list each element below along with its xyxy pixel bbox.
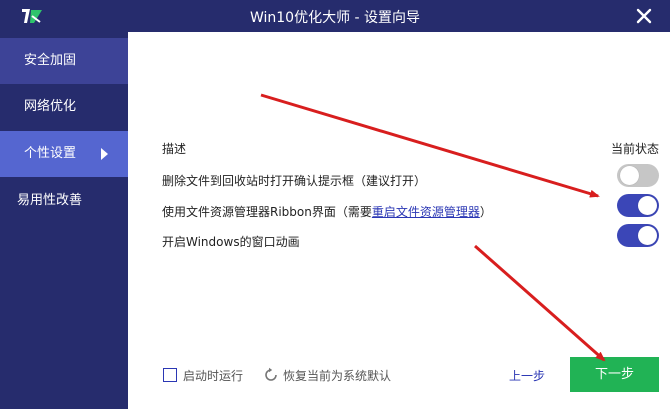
setting-row-ribbon-text: 使用文件资源管理器Ribbon界面（需要: [162, 205, 372, 219]
sidebar-item-label: 安全加固: [24, 53, 77, 68]
sidebar-item-personalization[interactable]: 个性设置: [0, 131, 128, 177]
toggle-knob: [638, 196, 657, 215]
sidebar: 安全加固 网络优化 个性设置 易用性改善: [0, 32, 128, 409]
sidebar-item-accessibility[interactable]: 易用性改善: [0, 178, 128, 224]
sidebar-item-label: 网络优化: [24, 99, 77, 114]
title-bar: Win10优化大师 - 设置向导: [0, 0, 670, 32]
sidebar-item-network[interactable]: 网络优化: [0, 84, 128, 130]
restore-default-label[interactable]: 恢复当前为系统默认: [283, 367, 391, 384]
setting-row-ribbon-suffix: ）: [479, 205, 492, 219]
close-icon[interactable]: [632, 4, 656, 28]
sidebar-item-label: 个性设置: [24, 146, 77, 161]
sidebar-item-security[interactable]: 安全加固: [0, 38, 128, 84]
window-title: Win10优化大师 - 设置向导: [249, 10, 421, 26]
toggle-knob: [638, 226, 657, 245]
sidebar-item-label: 易用性改善: [17, 193, 83, 208]
previous-step-button[interactable]: 上一步: [509, 367, 545, 384]
toggle-knob: [620, 166, 639, 185]
next-step-button[interactable]: 下一步: [570, 357, 659, 392]
status-header: 当前状态: [611, 142, 660, 156]
setting-row-ribbon: 使用文件资源管理器Ribbon界面（需要重启文件资源管理器）: [162, 203, 492, 220]
toggle-ribbon[interactable]: [617, 194, 659, 217]
setting-row-recycle-confirm: 删除文件到回收站时打开确认提示框（建议打开）: [162, 174, 427, 188]
toggle-window-animation[interactable]: [617, 224, 659, 247]
restart-explorer-link[interactable]: 重启文件资源管理器: [372, 205, 480, 219]
settings-panel: 描述 当前状态 删除文件到回收站时打开确认提示框（建议打开） 使用文件资源管理器…: [128, 32, 670, 409]
setting-row-window-animation: 开启Windows的窗口动画: [162, 235, 300, 249]
toggle-recycle-confirm[interactable]: [617, 164, 659, 187]
caret-right-icon: [101, 148, 108, 160]
startup-label[interactable]: 启动时运行: [183, 367, 243, 384]
description-header: 描述: [162, 142, 187, 156]
startup-checkbox[interactable]: [163, 368, 177, 382]
restore-icon[interactable]: [263, 367, 279, 383]
